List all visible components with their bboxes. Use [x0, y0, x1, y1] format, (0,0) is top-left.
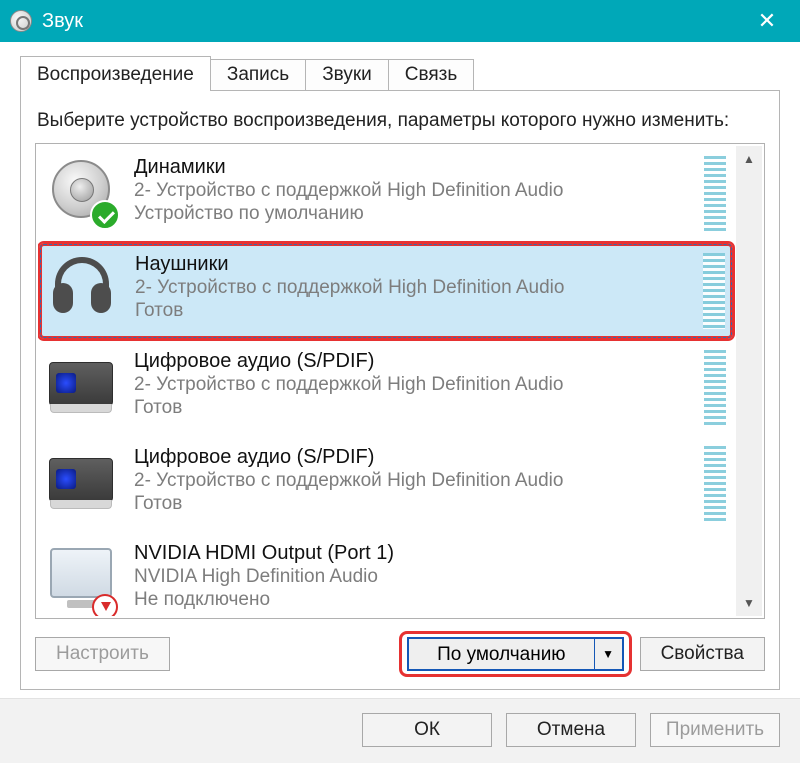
titlebar[interactable]: Звук ✕ [0, 0, 800, 42]
device-desc: 2- Устройство с поддержкой High Definiti… [134, 179, 696, 203]
level-meter [704, 446, 726, 522]
device-list[interactable]: Динамики 2- Устройство с поддержкой High… [38, 146, 762, 616]
device-name: Динамики [134, 156, 696, 179]
tabs: Воспроизведение Запись Звуки Связь [20, 56, 780, 91]
properties-button[interactable]: Свойства [640, 637, 765, 671]
tab-communications[interactable]: Связь [388, 59, 475, 91]
window-title: Звук [42, 10, 738, 33]
device-text: Цифровое аудио (S/PDIF) 2- Устройство с … [134, 444, 696, 515]
device-status: Готов [134, 397, 696, 419]
device-text: Наушники 2- Устройство с поддержкой High… [135, 251, 695, 322]
dialog-content: Воспроизведение Запись Звуки Связь Выбер… [0, 42, 800, 690]
app-icon [10, 10, 32, 32]
scroll-up-icon[interactable]: ▲ [736, 146, 762, 172]
spdif-icon [46, 444, 116, 518]
dialog-buttons: ОК Отмена Применить [0, 698, 800, 763]
panel-buttons: Настроить По умолчанию ▼ Свойства [35, 637, 765, 671]
headphones-icon [47, 251, 117, 325]
device-desc: NVIDIA High Definition Audio [134, 565, 728, 589]
device-item[interactable]: Цифровое аудио (S/PDIF) 2- Устройство с … [38, 340, 734, 436]
device-item[interactable]: Наушники 2- Устройство с поддержкой High… [38, 242, 734, 340]
tab-recording[interactable]: Запись [210, 59, 306, 91]
device-name: Цифровое аудио (S/PDIF) [134, 446, 696, 469]
scroll-down-icon[interactable]: ▼ [736, 590, 762, 616]
device-item[interactable]: NVIDIA HDMI Output (Port 1) NVIDIA High … [38, 532, 734, 616]
monitor-icon [46, 540, 116, 614]
device-name: Наушники [135, 253, 695, 276]
device-item[interactable]: Динамики 2- Устройство с поддержкой High… [38, 146, 734, 242]
ok-button[interactable]: ОК [362, 713, 492, 747]
tab-panel-playback: Выберите устройство воспроизведения, пар… [20, 90, 780, 690]
cancel-button[interactable]: Отмена [506, 713, 636, 747]
device-desc: 2- Устройство с поддержкой High Definiti… [135, 276, 695, 300]
tab-playback[interactable]: Воспроизведение [20, 56, 211, 91]
set-default-label: По умолчанию [409, 639, 594, 669]
device-status: Готов [134, 493, 696, 515]
level-meter [704, 156, 726, 232]
apply-button[interactable]: Применить [650, 713, 780, 747]
level-meter [703, 253, 725, 329]
tab-sounds[interactable]: Звуки [305, 59, 389, 91]
spdif-icon [46, 348, 116, 422]
device-text: Цифровое аудио (S/PDIF) 2- Устройство с … [134, 348, 696, 419]
device-status: Устройство по умолчанию [134, 203, 696, 225]
close-button[interactable]: ✕ [738, 0, 796, 42]
device-text: NVIDIA HDMI Output (Port 1) NVIDIA High … [134, 540, 728, 611]
configure-button[interactable]: Настроить [35, 637, 170, 671]
set-default-button[interactable]: По умолчанию ▼ [407, 637, 624, 671]
device-name: NVIDIA HDMI Output (Port 1) [134, 542, 728, 565]
device-list-container: Динамики 2- Устройство с поддержкой High… [35, 143, 765, 619]
speaker-icon [46, 154, 116, 228]
set-default-wrapper: По умолчанию ▼ [407, 637, 624, 671]
device-name: Цифровое аудио (S/PDIF) [134, 350, 696, 373]
level-meter [704, 350, 726, 426]
device-text: Динамики 2- Устройство с поддержкой High… [134, 154, 696, 225]
device-desc: 2- Устройство с поддержкой High Definiti… [134, 373, 696, 397]
device-status: Не подключено [134, 589, 728, 611]
disconnected-badge-icon [92, 594, 118, 616]
device-status: Готов [135, 300, 695, 322]
default-badge-icon [90, 200, 120, 230]
device-desc: 2- Устройство с поддержкой High Definiti… [134, 469, 696, 493]
chevron-down-icon[interactable]: ▼ [594, 639, 622, 669]
scrollbar[interactable]: ▲ ▼ [736, 146, 762, 616]
instruction-text: Выберите устройство воспроизведения, пар… [37, 109, 763, 133]
device-item[interactable]: Цифровое аудио (S/PDIF) 2- Устройство с … [38, 436, 734, 532]
